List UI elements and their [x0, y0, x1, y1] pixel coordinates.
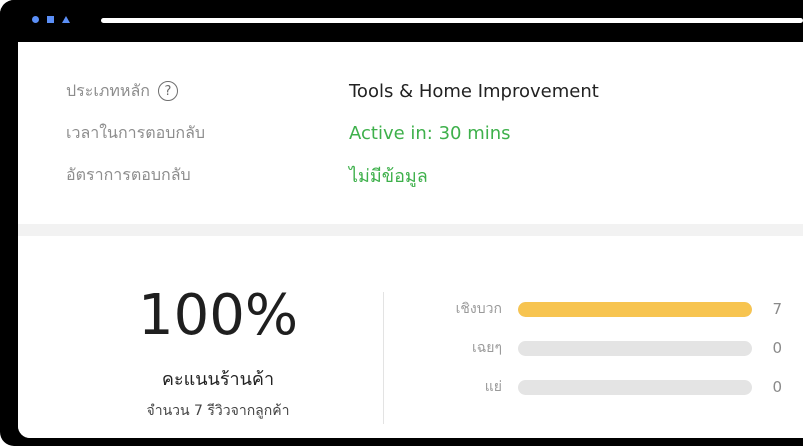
shop-rating-section: 100% คะแนนร้านค้า จำนวน 7 รีวิวจากลูกค้า…: [18, 236, 803, 438]
bar-count: 7: [772, 300, 782, 318]
rating-title: คะแนนร้านค้า: [161, 369, 275, 390]
bar-count: 0: [772, 339, 782, 357]
response-rate-value: ไม่มีข้อมูล: [349, 165, 428, 187]
rating-review-count: จำนวน 7 รีวิวจากลูกค้า: [146, 403, 290, 419]
response-time-label: เวลาในการตอบกลับ: [66, 122, 206, 142]
rating-bar-positive: เชิงบวก 7: [398, 298, 798, 320]
info-label: ประเภทหลัก ?: [66, 79, 349, 104]
info-label: เวลาในการตอบกลับ: [66, 121, 349, 146]
info-row-response-time: เวลาในการตอบกลับ Active in: 30 mins: [66, 118, 511, 148]
bar-label: เฉยๆ: [471, 340, 502, 356]
response-rate-label: อัตราการตอบกลับ: [66, 164, 191, 184]
bar-label: แย่: [484, 379, 502, 395]
info-label: อัตราการตอบกลับ: [66, 163, 349, 188]
shop-details-panel: ประเภทหลัก ? Tools & Home Improvement เว…: [18, 42, 803, 438]
shop-info-section: ประเภทหลัก ? Tools & Home Improvement เว…: [18, 42, 803, 224]
bar-track: [518, 340, 752, 356]
response-time-value: Active in: 30 mins: [349, 122, 511, 144]
bar-track: [518, 301, 752, 317]
bar-track: [518, 379, 752, 395]
category-label: ประเภทหลัก: [66, 80, 150, 100]
info-row-category: ประเภทหลัก ? Tools & Home Improvement: [66, 76, 599, 106]
rating-score: 100%: [137, 283, 299, 348]
section-divider: [18, 224, 803, 236]
vertical-divider: [383, 292, 384, 424]
address-bar[interactable]: [101, 18, 803, 23]
square-icon[interactable]: [47, 16, 54, 23]
bar-label: เชิงบวก: [455, 301, 502, 317]
app-window: ประเภทหลัก ? Tools & Home Improvement เว…: [0, 0, 803, 446]
title-bar: [0, 0, 803, 42]
info-row-response-rate: อัตราการตอบกลับ ไม่มีข้อมูล: [66, 160, 428, 190]
circle-icon[interactable]: [32, 16, 39, 23]
bar-fill: [518, 301, 752, 317]
rating-bar-negative: แย่ 0: [398, 376, 798, 398]
window-controls: [32, 16, 70, 23]
bar-count: 0: [772, 378, 782, 396]
triangle-icon[interactable]: [62, 16, 70, 23]
question-circle-icon[interactable]: ?: [157, 81, 178, 101]
category-value: Tools & Home Improvement: [349, 80, 599, 102]
rating-bar-neutral: เฉยๆ 0: [398, 337, 798, 359]
